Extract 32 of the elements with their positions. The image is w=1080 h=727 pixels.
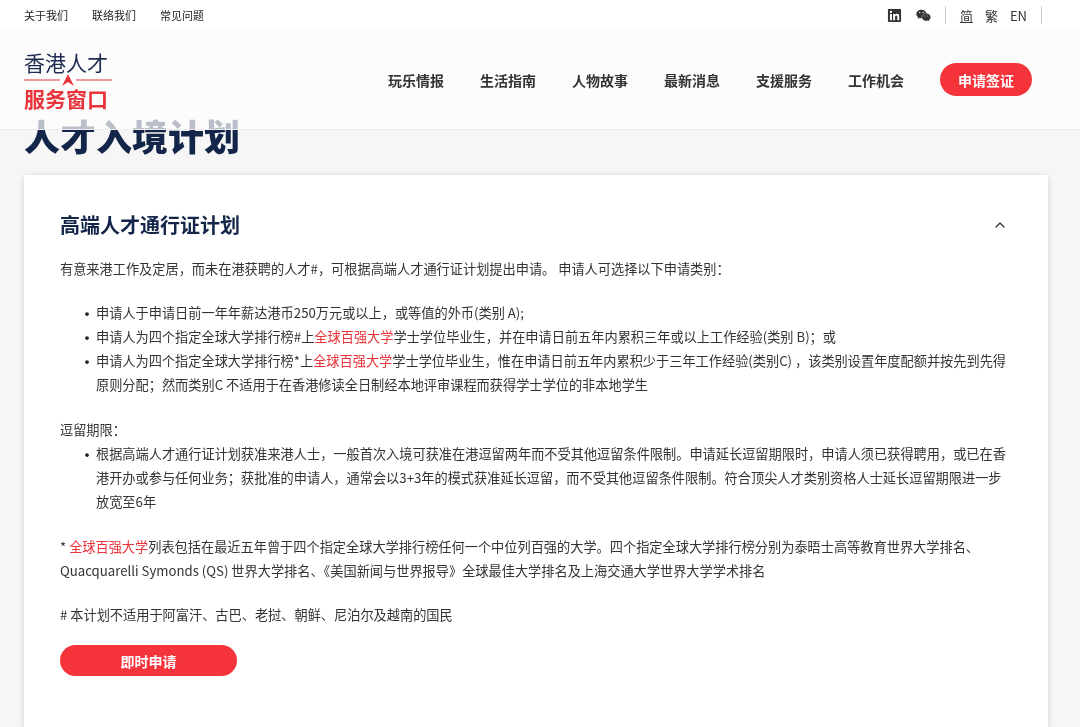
footnote-text: * 全球百强大学列表包括在最近五年曾于四个指定全球大学排行榜任何一个中位列百强的大学。四个指定全球大学排行榜分别为泰晤士高等教育世界大学排名、Quacquarelli Symonds (QS) 世界大学排名、《美国新闻与世界报导》全球最佳大学排名及上海交通大学世界大学学术排名: [60, 536, 981, 582]
top-link[interactable]: 联络我们: [92, 7, 136, 23]
category-item: 申请人为四个指定全球大学排行榜#上全球百强大学学士学位毕业生，并在申请日前五年内累积三年或以上工作经验(类别 B)；或: [96, 326, 836, 348]
apply-visa-button[interactable]: 申请签证: [940, 63, 1032, 96]
wechat-icon[interactable]: [915, 7, 931, 23]
language-option[interactable]: 简: [959, 5, 973, 25]
stay-item: 根据高端人才通行证计划获准来港人士，一般首次入境可获准在港逗留两年而不受其他逗留条件限制。申请延长逗留期限时，申请人须已获得聘用，或已在香港开办或参与任何业务；获批准的申请人，通常会以3+3年的模式获准延长逗留，而不受其他逗留条件限制。符合顶尖人才类别资格人士延长逗留期限进一步放宽至6年: [96, 443, 1007, 513]
logo-mark-icon: [24, 73, 112, 86]
nav-link[interactable]: 工作机会: [848, 69, 904, 90]
stay-label: 逗留期限：: [60, 419, 127, 441]
language-option[interactable]: 繁: [984, 5, 998, 25]
bullet: •: [78, 301, 96, 325]
bullet: •: [78, 325, 96, 349]
logo-subtitle: 服务窗口: [24, 85, 109, 110]
nav-link[interactable]: 最新消息: [664, 69, 720, 90]
category-item: 申请人于申请日前一年年薪达港币250万元或以上，或等值的外币(类别 A);: [96, 302, 524, 324]
top-link[interactable]: 常见问题: [160, 7, 204, 23]
top-link[interactable]: 关于我们: [24, 7, 68, 23]
intro-text: 有意来港工作及定居，而未在港获聘的人才#，可根据高端人才通行证计划提出申请。 申请人可选择以下申请类别：: [60, 258, 731, 280]
nav-link[interactable]: 玩乐情报: [388, 69, 444, 90]
nav-link[interactable]: 生活指南: [480, 69, 536, 90]
category-item: 申请人为四个指定全球大学排行榜*上全球百强大学学士学位毕业生，惟在申请日前五年内累积少于三年工作经验(类别C) ，该类别设置年度配额并按先到先得原则分配；然而类别C 不适用于在香港修读全日制经本地评审课程而获得学士学位的非本地学生: [96, 350, 1007, 396]
apply-now-button[interactable]: 即时申请: [60, 645, 237, 676]
language-option[interactable]: EN: [1009, 5, 1027, 25]
note-text: # 本计划不适用于阿富汗、古巴、老挝、朝鲜、尼泊尔及越南的国民: [60, 604, 454, 626]
logo-title: 香港人才: [24, 49, 109, 74]
nav-link[interactable]: 支援服务: [756, 69, 812, 90]
section-title: 高端人才通行证计划: [60, 211, 240, 239]
bullet: •: [78, 442, 96, 469]
bullet: •: [78, 349, 96, 376]
nav-link[interactable]: 人物故事: [572, 69, 628, 90]
linkedin-icon[interactable]: [886, 7, 902, 23]
